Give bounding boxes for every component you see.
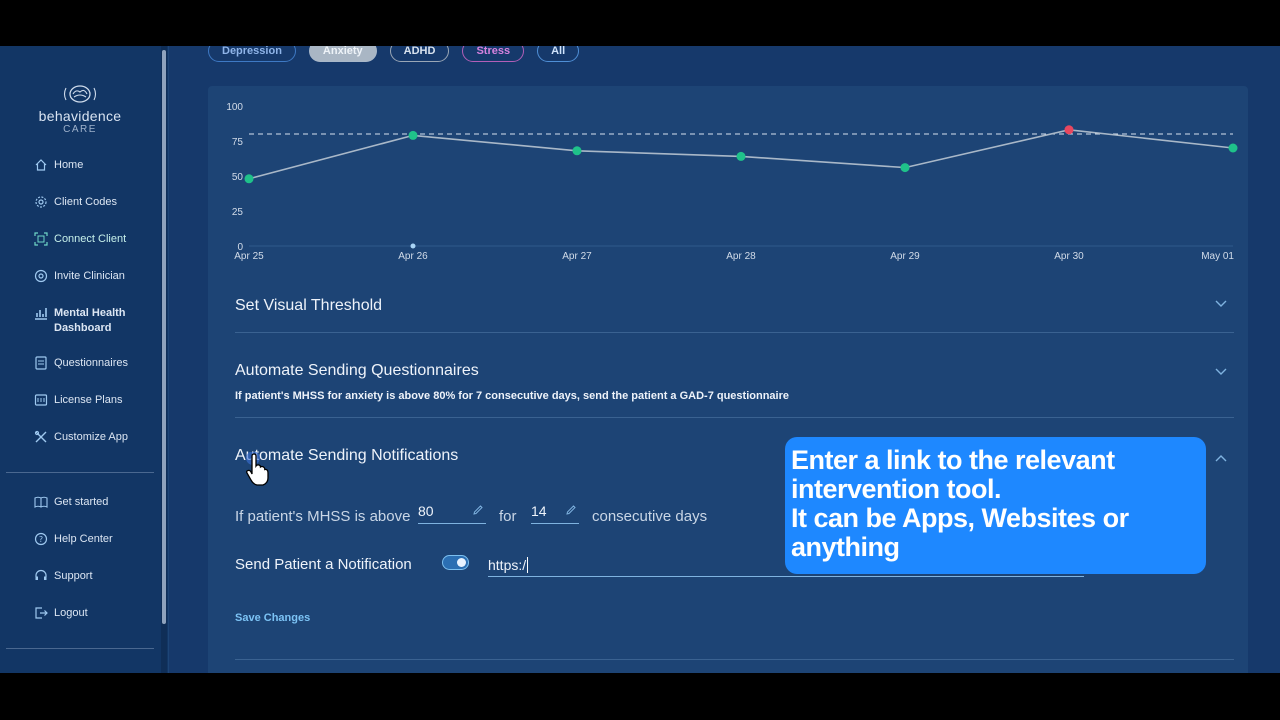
x-tick-label: Apr 27: [562, 251, 592, 262]
questionnaire-rule-summary: If patient's MHSS for anxiety is above 8…: [235, 390, 789, 402]
help-icon: ?: [34, 532, 48, 546]
callout-line: It can be Apps, Websites or: [791, 503, 1129, 533]
send-notification-label: Send Patient a Notification: [235, 556, 412, 573]
y-tick-label: 100: [226, 102, 243, 113]
chevron-down-icon[interactable]: [1214, 299, 1228, 309]
tools-icon: [34, 430, 47, 443]
sidebar-item-label: Help Center: [54, 533, 113, 545]
y-tick-label: 50: [232, 172, 244, 183]
support-icon: [35, 569, 47, 580]
data-point: [572, 146, 582, 156]
sidebar-item-label: Mental Health Dashboard: [54, 307, 126, 334]
chart-icon: [35, 308, 47, 320]
svg-text:?: ?: [39, 535, 43, 544]
sidebar-item-label: Questionnaires: [54, 357, 128, 369]
for-label: for: [499, 508, 517, 525]
url-value: https:/: [488, 557, 527, 573]
sidebar-divider: [6, 648, 154, 649]
threshold-value: 80: [418, 503, 434, 519]
sidebar-item-mental-health-dashboard[interactable]: Mental Health Dashboard: [34, 306, 134, 336]
rule-prefix-text: If patient's MHSS is above: [235, 508, 411, 525]
data-point: [736, 151, 746, 161]
send-notification-toggle[interactable]: [442, 555, 469, 570]
sidebar-item-get-started[interactable]: Get started: [34, 495, 108, 510]
data-point: [1228, 143, 1238, 153]
x-tick-label: May 01: [1201, 251, 1234, 262]
sidebar-item-support[interactable]: Support: [34, 569, 93, 584]
y-tick-label: 25: [232, 207, 244, 218]
x-tick-label: Apr 28: [726, 251, 756, 262]
x-tick-label: Apr 25: [234, 251, 264, 262]
sidebar-item-label: Customize App: [54, 431, 128, 443]
tutorial-callout: Enter a link to the relevant interventio…: [785, 437, 1206, 574]
sidebar-item-questionnaires[interactable]: Questionnaires: [34, 356, 128, 371]
x-tick-label: Apr 26: [398, 251, 428, 262]
text-caret: [527, 557, 529, 573]
sidebar-item-label: Support: [54, 570, 93, 582]
data-point: [244, 174, 254, 184]
sidebar-item-help-center[interactable]: ? Help Center: [34, 532, 113, 547]
sidebar-item-label: Get started: [54, 496, 109, 508]
data-point: [408, 130, 418, 140]
x-tick-label: Apr 30: [1054, 251, 1084, 262]
section-divider: [235, 417, 1234, 418]
toggle-knob: [457, 557, 466, 567]
data-point: [1064, 125, 1074, 135]
days-suffix-text: consecutive days: [592, 508, 708, 525]
sidebar-item-label: Logout: [54, 607, 88, 619]
hover-marker: [410, 243, 416, 249]
days-value: 14: [531, 503, 547, 519]
callout-line: Enter a link to the relevant: [791, 445, 1115, 475]
chevron-down-icon[interactable]: [1214, 367, 1228, 377]
edit-pencil-icon[interactable]: [565, 504, 577, 516]
callout-line: intervention tool.: [791, 474, 1002, 504]
hand-cursor-icon: [246, 452, 269, 486]
sidebar-item-label: License Plans: [54, 394, 123, 406]
section-title-questionnaires[interactable]: Automate Sending Questionnaires: [235, 362, 479, 380]
chevron-up-icon[interactable]: [1214, 453, 1228, 463]
sidebar-item-logout[interactable]: Logout: [34, 606, 88, 621]
save-changes-button[interactable]: Save Changes: [235, 612, 310, 624]
edit-pencil-icon[interactable]: [472, 504, 484, 516]
license-icon: [34, 394, 48, 406]
app-screen: behavidence CARE Home Client Codes Conne…: [0, 46, 1280, 673]
x-tick-label: Apr 29: [890, 251, 920, 262]
questionnaire-icon: [35, 356, 47, 370]
book-icon: [34, 496, 48, 508]
sidebar-divider: [6, 472, 154, 473]
data-point: [900, 163, 910, 173]
section-title-visual-threshold[interactable]: Set Visual Threshold: [235, 297, 382, 315]
sidebar-item-customize-app[interactable]: Customize App: [34, 430, 128, 445]
y-tick-label: 75: [232, 137, 244, 148]
callout-line: anything: [791, 532, 900, 562]
section-divider: [235, 659, 1234, 660]
section-divider: [235, 332, 1234, 333]
sidebar-item-license-plans[interactable]: License Plans: [34, 393, 123, 408]
logout-icon: [35, 607, 48, 619]
mhss-line-chart: 0255075100Apr 25 Apr 26 Apr 27 Apr 28 Apr 29…: [226, 102, 1238, 262]
